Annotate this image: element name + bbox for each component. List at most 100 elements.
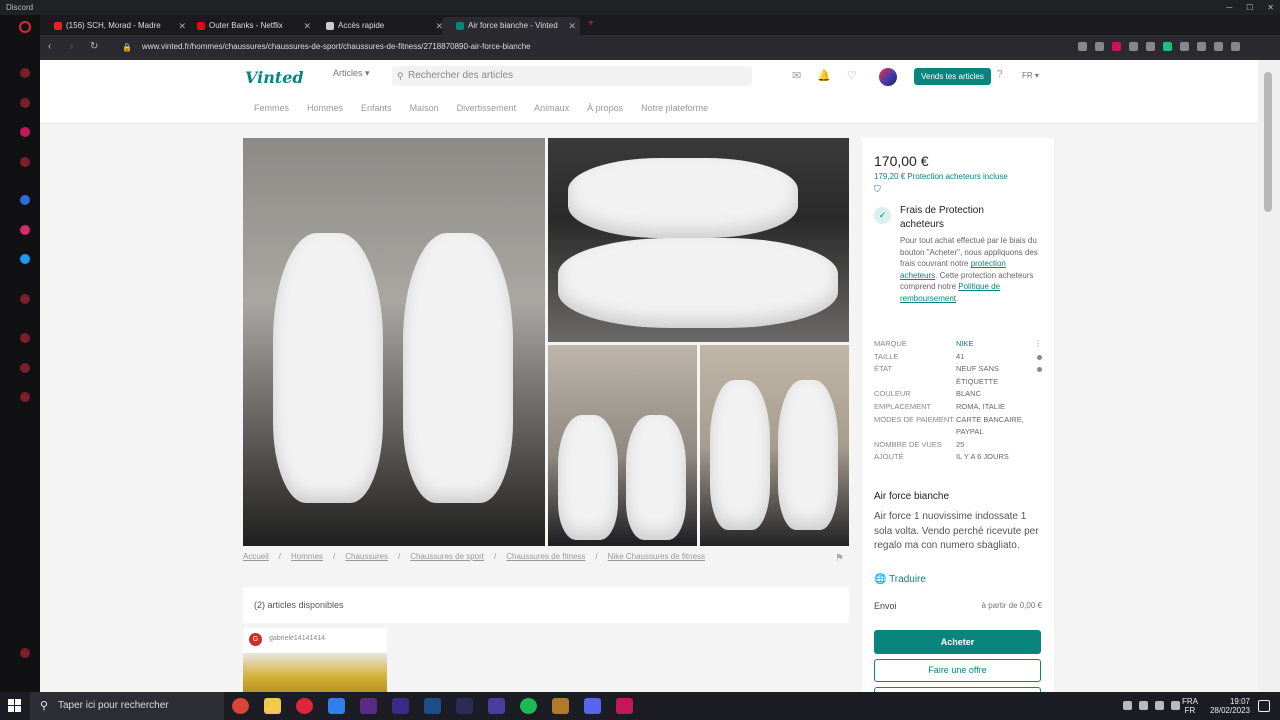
speed-dial-icon[interactable] <box>20 68 30 78</box>
notifications-icon[interactable] <box>1258 700 1270 712</box>
snapshot-icon[interactable] <box>1095 42 1104 51</box>
tab-vinted[interactable]: Air force bianche - Vinted ✕ <box>442 17 580 35</box>
download-icon[interactable] <box>1214 42 1223 51</box>
page-scrollbar[interactable] <box>1258 60 1280 692</box>
minimize-icon[interactable]: ─ <box>1226 0 1232 15</box>
file-explorer-icon[interactable] <box>264 698 281 714</box>
instagram-icon[interactable] <box>20 225 30 235</box>
breadcrumb-item[interactable]: Chaussures de sport <box>410 552 484 561</box>
opera-logo-icon[interactable] <box>19 21 31 33</box>
nav-animaux[interactable]: Animaux <box>534 103 569 113</box>
tab-close-icon[interactable]: ✕ <box>568 17 576 35</box>
cube-icon[interactable] <box>1180 42 1189 51</box>
photoshop-icon[interactable] <box>424 698 441 714</box>
adblock-icon[interactable] <box>1112 42 1121 51</box>
player-icon[interactable] <box>20 294 30 304</box>
spotify-icon[interactable] <box>520 698 537 714</box>
extension-vpn-icon[interactable] <box>1163 42 1172 51</box>
photo-4[interactable] <box>700 345 849 546</box>
tray-up-icon[interactable] <box>1123 701 1132 710</box>
volume-icon[interactable] <box>1155 701 1164 710</box>
buy-button[interactable]: Acheter <box>874 630 1041 654</box>
seller-name[interactable]: gabriele14141414 <box>269 635 325 642</box>
more-vert-icon[interactable]: ⋮ <box>1034 338 1042 351</box>
main-photo[interactable] <box>243 138 545 546</box>
tab-close-icon[interactable]: ✕ <box>303 17 311 35</box>
workspace-icon[interactable] <box>20 157 30 167</box>
breadcrumb-item[interactable]: Accueil <box>243 552 269 561</box>
breadcrumb-item[interactable]: Chaussures <box>345 552 388 561</box>
twitch-icon[interactable] <box>20 127 30 137</box>
favorites-icon[interactable]: ♡ <box>847 69 857 82</box>
profile-icon[interactable] <box>1197 42 1206 51</box>
settings-app-icon[interactable] <box>552 698 569 714</box>
extensions-icon[interactable] <box>20 363 30 373</box>
forward-icon[interactable]: › <box>70 41 73 52</box>
info-icon[interactable] <box>1037 354 1042 360</box>
app-icon[interactable] <box>488 698 505 714</box>
sell-button[interactable]: Vends tes articles <box>914 68 991 85</box>
vlc-icon[interactable] <box>456 698 473 714</box>
maximize-icon[interactable]: ☐ <box>1246 0 1253 15</box>
photo-3[interactable] <box>548 345 697 546</box>
breadcrumb-item[interactable]: Chaussures de fitness <box>506 552 585 561</box>
nav-femmes[interactable]: Femmes <box>254 103 289 113</box>
category-select[interactable]: Articles ▾ <box>333 68 370 79</box>
reload-icon[interactable]: ↻ <box>90 41 98 52</box>
history-icon[interactable] <box>20 333 30 343</box>
close-icon[interactable]: ✕ <box>1267 0 1274 15</box>
windows-start-icon[interactable] <box>8 699 22 713</box>
report-flag-icon[interactable]: ⚑ <box>835 553 844 564</box>
opera-icon[interactable] <box>296 698 313 714</box>
tab-youtube[interactable]: (156) SCH, Morad - Madre ✕ <box>40 17 190 35</box>
mail-app-icon[interactable] <box>328 698 345 714</box>
nav-maison[interactable]: Maison <box>410 103 439 113</box>
photo-2[interactable] <box>548 138 849 342</box>
settings-icon[interactable] <box>20 392 30 402</box>
twitter-icon[interactable] <box>20 254 30 264</box>
scrollbar-thumb[interactable] <box>1264 72 1272 212</box>
translate-link[interactable]: 🌐 Traduire <box>874 574 926 585</box>
messenger-icon[interactable] <box>20 195 30 205</box>
nav-hommes[interactable]: Hommes <box>307 103 343 113</box>
new-tab-icon[interactable]: + <box>588 18 594 29</box>
item-thumbnail[interactable] <box>243 653 387 692</box>
back-icon[interactable]: ‹ <box>48 41 51 52</box>
tab-quick-access[interactable]: Accès rapide ✕ <box>312 17 447 35</box>
search-input[interactable]: ⚲ Rechercher des articles <box>392 66 752 86</box>
vinted-logo[interactable]: Vinted <box>245 68 304 87</box>
heart-icon[interactable] <box>1146 42 1155 51</box>
mail-icon[interactable]: ✉ <box>792 69 801 82</box>
help-icon[interactable]: ? <box>997 69 1003 80</box>
tab-netflix[interactable]: Outer Banks - Netflix ✕ <box>183 17 315 35</box>
nav-enfants[interactable]: Enfants <box>361 103 392 113</box>
breadcrumb-item[interactable]: Nike Chaussures de fitness <box>608 552 705 561</box>
menu-icon[interactable] <box>1231 42 1240 51</box>
after-effects-icon[interactable] <box>392 698 409 714</box>
nav-notre-plateforme[interactable]: Notre plateforme <box>641 103 708 113</box>
seller-avatar[interactable]: G <box>249 633 262 646</box>
more-icon[interactable] <box>20 648 30 658</box>
nav-divertissement[interactable]: Divertissement <box>457 103 517 113</box>
play-icon[interactable] <box>1129 42 1138 51</box>
breadcrumb-item[interactable]: Hommes <box>291 552 323 561</box>
nav-a-propos[interactable]: À propos <box>587 103 623 113</box>
url-field[interactable]: www.vinted.fr/hommes/chaussures/chaussur… <box>142 42 531 51</box>
info-icon[interactable] <box>1037 367 1042 373</box>
clock[interactable]: 19:07 28/02/2023 <box>1210 697 1250 715</box>
avatar[interactable] <box>879 68 897 86</box>
taskbar-search-input[interactable]: ⚲ Taper ici pour rechercher <box>30 692 224 720</box>
network-icon[interactable] <box>1171 701 1180 710</box>
tray-app-icon[interactable] <box>1139 701 1148 710</box>
input-language[interactable]: FRA FR <box>1182 697 1198 715</box>
make-offer-button[interactable]: Faire une offre <box>874 659 1041 682</box>
price-with-protection[interactable]: 179,20 € Protection acheteurs incluse <box>874 172 1049 181</box>
chrome-icon[interactable] <box>232 698 249 714</box>
pocket-icon[interactable] <box>616 698 633 714</box>
bell-icon[interactable]: 🔔 <box>817 69 831 82</box>
shopping-icon[interactable] <box>20 98 30 108</box>
camera-icon[interactable] <box>1078 42 1087 51</box>
item-card[interactable]: G gabriele14141414 <box>243 628 387 692</box>
language-select[interactable]: FR ▾ <box>1022 71 1039 80</box>
discord-icon[interactable] <box>584 698 601 714</box>
